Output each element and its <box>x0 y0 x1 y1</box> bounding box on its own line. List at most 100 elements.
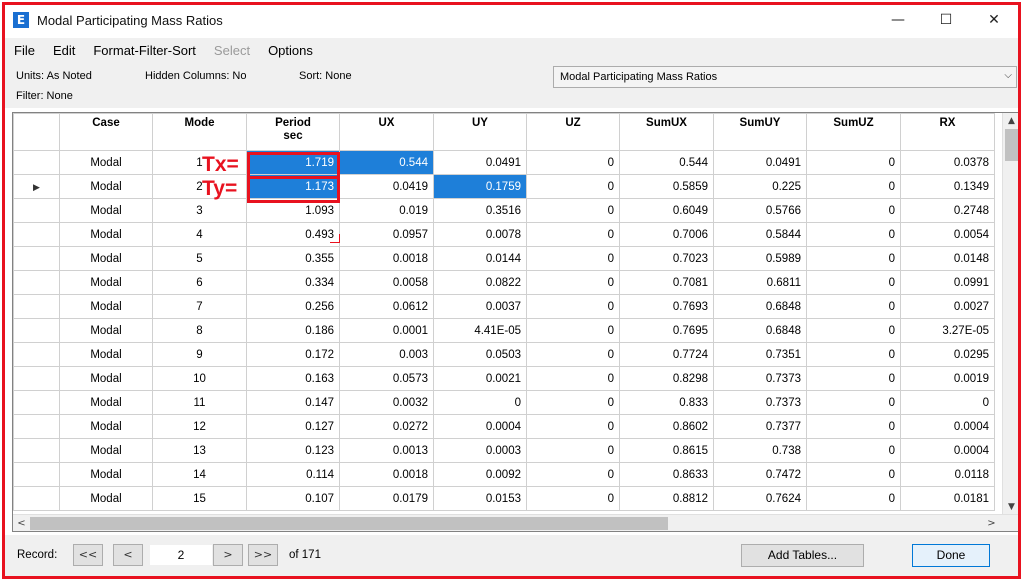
menu-options[interactable]: Options <box>259 43 322 58</box>
column-header-case[interactable]: Case <box>59 113 153 151</box>
cell-uz[interactable]: 0 <box>526 150 620 175</box>
cell-rx[interactable]: 0.2748 <box>900 198 995 223</box>
cell-case[interactable]: Modal <box>59 174 153 199</box>
cell-uy[interactable]: 0.0144 <box>433 246 527 271</box>
cell-rx[interactable]: 0.0004 <box>900 414 995 439</box>
cell-sumuz[interactable]: 0 <box>806 462 901 487</box>
add-tables-button[interactable]: Add Tables... <box>741 544 864 567</box>
row-selector[interactable] <box>13 414 60 439</box>
cell-uz[interactable]: 0 <box>526 342 620 367</box>
cell-case[interactable]: Modal <box>59 246 153 271</box>
table-row[interactable]: Modal 10 0.163 0.0573 0.0021 0 0.8298 0.7373 0 0.… <box>13 366 995 391</box>
cell-period[interactable]: 1.719 <box>246 150 340 175</box>
column-header-rx[interactable]: RX <box>900 113 995 151</box>
cell-period[interactable]: 1.173 <box>246 174 340 199</box>
cell-uz[interactable]: 0 <box>526 390 620 415</box>
column-header-uz[interactable]: UZ <box>526 113 620 151</box>
cell-ux[interactable]: 0.0032 <box>339 390 434 415</box>
table-row[interactable]: Modal 1 1.719 0.544 0.0491 0 0.544 0.0491 0 0.037… <box>13 150 995 175</box>
cell-case[interactable]: Modal <box>59 342 153 367</box>
cell-uz[interactable]: 0 <box>526 462 620 487</box>
row-selector[interactable]: ▶ <box>13 174 60 199</box>
cell-sumuz[interactable]: 0 <box>806 174 901 199</box>
cell-mode[interactable]: 6 <box>152 270 247 295</box>
record-number-input[interactable]: 2 <box>150 545 212 565</box>
cell-uz[interactable]: 0 <box>526 414 620 439</box>
cell-sumux[interactable]: 0.7695 <box>619 318 714 343</box>
cell-uz[interactable]: 0 <box>526 438 620 463</box>
cell-sumux[interactable]: 0.7081 <box>619 270 714 295</box>
cell-uy[interactable]: 0.1759 <box>433 174 527 199</box>
cell-period[interactable]: 0.493 <box>246 222 340 247</box>
row-selector[interactable] <box>13 150 60 175</box>
column-header-sumuz[interactable]: SumUZ <box>806 113 901 151</box>
cell-uy[interactable]: 0.0003 <box>433 438 527 463</box>
cell-sumuy[interactable]: 0.7624 <box>713 486 807 511</box>
cell-mode[interactable]: 5 <box>152 246 247 271</box>
cell-ux[interactable]: 0.019 <box>339 198 434 223</box>
menu-select[interactable]: Select <box>205 43 259 58</box>
cell-mode[interactable]: 8 <box>152 318 247 343</box>
cell-sumuy[interactable]: 0.7377 <box>713 414 807 439</box>
cell-sumuz[interactable]: 0 <box>806 414 901 439</box>
cell-sumuz[interactable]: 0 <box>806 294 901 319</box>
cell-sumuz[interactable]: 0 <box>806 486 901 511</box>
table-row[interactable]: Modal 3 1.093 0.019 0.3516 0 0.6049 0.5766 0 0.27… <box>13 198 995 223</box>
cell-period[interactable]: 0.334 <box>246 270 340 295</box>
cell-sumuz[interactable]: 0 <box>806 246 901 271</box>
cell-ux[interactable]: 0.0018 <box>339 246 434 271</box>
cell-case[interactable]: Modal <box>59 294 153 319</box>
scroll-left-icon[interactable]: < <box>13 515 30 531</box>
cell-case[interactable]: Modal <box>59 198 153 223</box>
cell-uy[interactable]: 0.0822 <box>433 270 527 295</box>
cell-ux[interactable]: 0.0612 <box>339 294 434 319</box>
cell-ux[interactable]: 0.0001 <box>339 318 434 343</box>
cell-ux[interactable]: 0.0058 <box>339 270 434 295</box>
cell-period[interactable]: 0.172 <box>246 342 340 367</box>
cell-case[interactable]: Modal <box>59 318 153 343</box>
cell-mode[interactable]: 9 <box>152 342 247 367</box>
column-header-mode[interactable]: Mode <box>152 113 247 151</box>
cell-rx[interactable]: 0.0004 <box>900 438 995 463</box>
cell-uz[interactable]: 0 <box>526 174 620 199</box>
cell-sumuy[interactable]: 0.0491 <box>713 150 807 175</box>
cell-ux[interactable]: 0.003 <box>339 342 434 367</box>
cell-sumux[interactable]: 0.8298 <box>619 366 714 391</box>
cell-mode[interactable]: 4 <box>152 222 247 247</box>
cell-ux[interactable]: 0.544 <box>339 150 434 175</box>
cell-sumux[interactable]: 0.8633 <box>619 462 714 487</box>
cell-sumuy[interactable]: 0.6848 <box>713 318 807 343</box>
row-selector[interactable] <box>13 438 60 463</box>
cell-sumux[interactable]: 0.5859 <box>619 174 714 199</box>
maximize-icon[interactable]: ☐ <box>922 5 970 35</box>
cell-case[interactable]: Modal <box>59 414 153 439</box>
cell-uz[interactable]: 0 <box>526 318 620 343</box>
cell-period[interactable]: 0.127 <box>246 414 340 439</box>
column-header-sumux[interactable]: SumUX <box>619 113 714 151</box>
cell-rx[interactable]: 0.0295 <box>900 342 995 367</box>
table-row[interactable]: ▶ Modal 2 1.173 0.0419 0.1759 0 0.5859 0.225 0 0.1… <box>13 174 995 199</box>
cell-sumux[interactable]: 0.8615 <box>619 438 714 463</box>
table-row[interactable]: Modal 8 0.186 0.0001 4.41E-05 0 0.7695 0.6848 0 3… <box>13 318 995 343</box>
previous-record-button[interactable]: < <box>113 544 143 566</box>
cell-sumux[interactable]: 0.6049 <box>619 198 714 223</box>
cell-uy[interactable]: 0.3516 <box>433 198 527 223</box>
cell-uz[interactable]: 0 <box>526 198 620 223</box>
cell-mode[interactable]: 7 <box>152 294 247 319</box>
table-row[interactable]: Modal 14 0.114 0.0018 0.0092 0 0.8633 0.7472 0 0.… <box>13 462 995 487</box>
cell-rx[interactable]: 0.0027 <box>900 294 995 319</box>
table-row[interactable]: Modal 12 0.127 0.0272 0.0004 0 0.8602 0.7377 0 0.… <box>13 414 995 439</box>
cell-uy[interactable]: 0.0021 <box>433 366 527 391</box>
cell-sumuy[interactable]: 0.7351 <box>713 342 807 367</box>
cell-period[interactable]: 0.107 <box>246 486 340 511</box>
scroll-up-icon[interactable]: ▲ <box>1003 113 1019 129</box>
first-record-button[interactable]: << <box>73 544 103 566</box>
cell-rx[interactable]: 0.0118 <box>900 462 995 487</box>
cell-sumuy[interactable]: 0.225 <box>713 174 807 199</box>
cell-period[interactable]: 0.123 <box>246 438 340 463</box>
cell-sumux[interactable]: 0.8602 <box>619 414 714 439</box>
column-header-period[interactable]: Period sec <box>246 113 340 151</box>
cell-uy[interactable]: 0.0491 <box>433 150 527 175</box>
table-row[interactable]: Modal 7 0.256 0.0612 0.0037 0 0.7693 0.6848 0 0.0… <box>13 294 995 319</box>
cell-case[interactable]: Modal <box>59 462 153 487</box>
